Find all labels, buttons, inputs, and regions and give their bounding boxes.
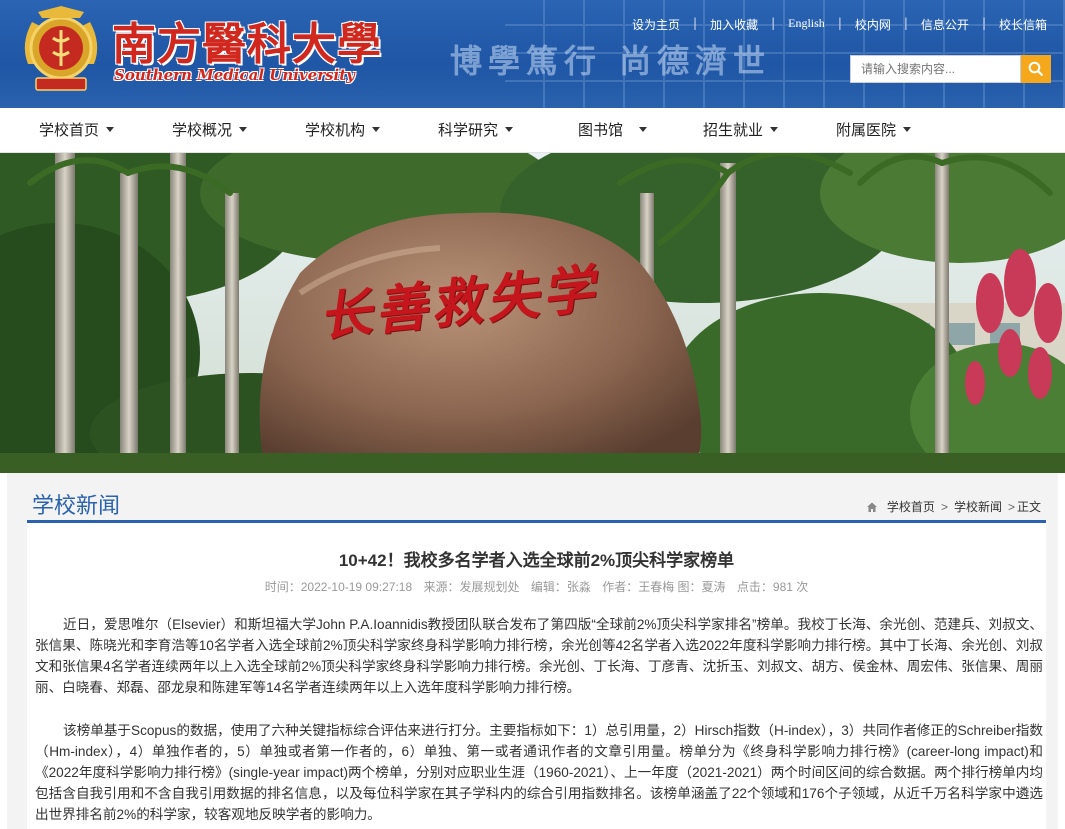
caret-down-icon <box>639 126 648 132</box>
breadcrumb-news[interactable]: 学校新闻 <box>954 498 1002 515</box>
article-meta: 时间：2022-10-19 09:27:18 来源：发展规划处 编辑：张淼 作者… <box>27 578 1046 595</box>
link-add-favorite[interactable]: 加入收藏 <box>710 16 758 33</box>
search-icon <box>1028 61 1044 77</box>
link-intranet[interactable]: 校内网 <box>855 16 891 33</box>
caret-down-icon <box>106 126 115 132</box>
article-paragraph: 近日，爱思唯尔（Elsevier）和斯坦福大学John P.A.Ioannidi… <box>35 617 1043 695</box>
article: 10+42！我校多名学者入选全球前2%顶尖科学家榜单 时间：2022-10-19… <box>27 523 1046 829</box>
caret-down-icon <box>770 126 779 132</box>
nav-library[interactable]: 图书馆 <box>578 108 648 153</box>
nav-overview[interactable]: 学校概况 <box>172 108 248 153</box>
section-header: 学校新闻 学校首页 > 学校新闻 > 正文 <box>27 477 1046 523</box>
campus-banner-image: 长善救失学 <box>0 153 1065 473</box>
main-nav: 学校首页 学校概况 学校机构 科学研究 图书馆 招生就业 附属医院 <box>0 108 1065 153</box>
content-area: 学校新闻 学校首页 > 学校新闻 > 正文 10+42！我校多名学者入选全球前2… <box>7 473 1058 829</box>
article-paragraph: 该榜单基于Scopus的数据，使用了六种关键指标综合评估来进行打分。主要指标如下… <box>35 723 1043 822</box>
nav-departments[interactable]: 学校机构 <box>305 108 381 153</box>
caret-down-icon <box>239 126 248 132</box>
logo-chinese-name: 南方醫科大學 <box>112 19 382 70</box>
search-box <box>850 55 1051 83</box>
caret-down-icon <box>505 126 514 132</box>
meta-editor: 编辑：张淼 <box>530 580 591 594</box>
article-title: 10+42！我校多名学者入选全球前2%顶尖科学家榜单 <box>338 551 735 570</box>
motto-watermark: 博學篤行 尚德濟世 <box>450 42 772 80</box>
meta-author: 作者：王春梅 图：夏涛 <box>602 580 726 594</box>
breadcrumb-current: 正文 <box>1016 500 1041 514</box>
logo-english-name: Southern Medical University <box>114 66 355 84</box>
nav-affiliated-hospitals[interactable]: 附属医院 <box>836 108 912 153</box>
link-set-homepage[interactable]: 设为主页 <box>632 16 680 33</box>
nav-home[interactable]: 学校首页 <box>39 108 115 153</box>
search-input[interactable] <box>850 55 1021 83</box>
link-info-disclosure[interactable]: 信息公开 <box>921 16 969 33</box>
section-title: 学校新闻 <box>32 493 121 518</box>
nav-research[interactable]: 科学研究 <box>438 108 514 153</box>
meta-time: 时间：2022-10-19 09:27:18 <box>264 580 413 594</box>
site-header: 南方醫科大學 Southern Medical University 博學篤行 … <box>0 0 1065 108</box>
link-english[interactable]: English <box>788 16 825 33</box>
university-logo[interactable]: 南方醫科大學 Southern Medical University <box>18 4 381 100</box>
link-president-mailbox[interactable]: 校长信箱 <box>999 16 1047 33</box>
caret-down-icon <box>372 126 381 132</box>
breadcrumb-home[interactable]: 学校首页 <box>887 498 935 515</box>
meta-clicks: 点击：981 次 <box>736 580 809 594</box>
nav-admission-employment[interactable]: 招生就业 <box>703 108 779 153</box>
search-button[interactable] <box>1021 55 1051 83</box>
meta-source: 来源：发展规划处 <box>423 580 520 594</box>
home-icon <box>866 502 877 512</box>
emblem-icon <box>24 6 98 91</box>
caret-down-icon <box>903 126 912 132</box>
top-links: 设为主页 | 加入收藏 | English | 校内网 | 信息公开 | 校长信箱 <box>632 16 1047 33</box>
breadcrumb: 学校首页 > 学校新闻 > 正文 <box>866 498 1041 515</box>
